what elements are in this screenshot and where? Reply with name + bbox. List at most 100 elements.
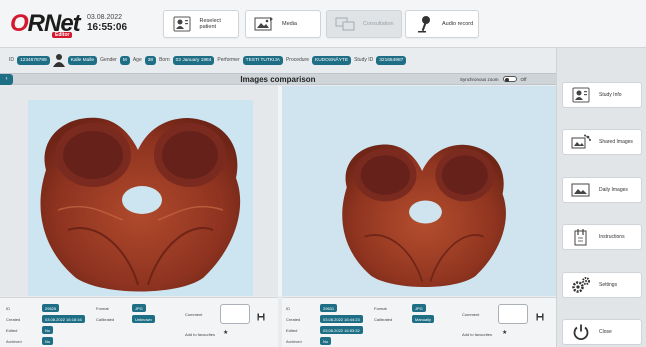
media-label: Media bbox=[282, 21, 297, 27]
study-info-label: Study Info bbox=[599, 92, 622, 98]
gender-value: M bbox=[119, 55, 130, 65]
header-date: 03.08.2022 bbox=[87, 14, 123, 21]
right-created-value: 03.08.2022 16:44:23 bbox=[320, 315, 363, 323]
procedure-label: Procedure bbox=[285, 57, 310, 63]
right-archived-value: No bbox=[320, 337, 332, 345]
audio-record-label: Audio record bbox=[442, 21, 474, 27]
media-button[interactable]: Media bbox=[245, 10, 321, 38]
gender-label: Gender bbox=[100, 57, 117, 63]
logo-editor-badge: Editor bbox=[52, 32, 73, 38]
right-format-label: Format bbox=[374, 306, 387, 311]
right-comment-label: Comment bbox=[462, 312, 480, 317]
left-created-label: Created bbox=[6, 317, 21, 322]
right-image-metadata: ID 29631 Created 03.08.2022 16:44:23 Edi… bbox=[282, 297, 556, 347]
left-save-comment-icon[interactable] bbox=[257, 308, 265, 321]
born-value: 02 January 1984 bbox=[172, 55, 215, 65]
sync-zoom-control: Synchronous zoom Off bbox=[460, 76, 526, 82]
right-favourites-label: Add to favourites bbox=[462, 332, 493, 337]
consultation-label: Consultation bbox=[363, 21, 394, 27]
left-calibrated-label: Calibrated bbox=[96, 317, 115, 322]
left-image-panel[interactable] bbox=[0, 86, 278, 296]
sync-zoom-label: Synchronous zoom bbox=[460, 76, 499, 82]
daily-images-button[interactable]: Daily Images bbox=[562, 177, 642, 203]
right-save-comment-icon[interactable] bbox=[536, 308, 544, 321]
patient-id-label: ID bbox=[9, 57, 14, 63]
left-edited-value: No bbox=[42, 326, 54, 334]
patient-info-bar: ID 1234678789 Kalle Malle Gender M Age 3… bbox=[0, 50, 556, 70]
procedure-value: KUDOSNÄYTE bbox=[312, 55, 352, 65]
header-datetime: 03.08.2022 16:55:06 bbox=[87, 14, 127, 33]
audio-record-button[interactable]: Audio record bbox=[405, 10, 479, 38]
right-favourite-star-icon[interactable]: ★ bbox=[502, 329, 507, 336]
study-info-icon bbox=[571, 86, 591, 104]
daily-images-label: Daily Images bbox=[599, 187, 628, 193]
sync-zoom-toggle[interactable] bbox=[502, 76, 517, 82]
reselect-patient-label: Reselect patient bbox=[199, 18, 221, 30]
study-id-label: Study ID bbox=[354, 57, 374, 63]
left-format-label: Format bbox=[96, 306, 109, 311]
power-icon bbox=[571, 323, 591, 341]
left-created-value: 03.08.2022 16:18:16 bbox=[42, 315, 85, 323]
left-id-value: 29625 bbox=[42, 304, 60, 312]
age-value: 38 bbox=[144, 55, 157, 65]
left-format-value: JPG bbox=[132, 304, 146, 312]
shared-images-button[interactable]: Shared Images bbox=[562, 129, 642, 155]
right-edited-label: Edited bbox=[286, 328, 298, 333]
right-calibrated-label: Calibrated bbox=[374, 317, 393, 322]
comparison-title-bar: ‹ Images comparison Synchronous zoom Off bbox=[0, 73, 556, 85]
study-id-value: 321654987 bbox=[376, 55, 407, 65]
performer-value: TESTI TUTKIJA bbox=[242, 55, 283, 65]
age-label: Age bbox=[132, 57, 142, 63]
consultation-icon bbox=[335, 15, 355, 33]
left-comment-label: Comment bbox=[185, 312, 203, 317]
media-icon bbox=[254, 15, 274, 33]
right-edited-value: 03.08.2022 16:53:32 bbox=[320, 326, 363, 334]
patient-name-value: Kalle Malle bbox=[67, 55, 98, 65]
right-format-value: JPG bbox=[412, 304, 426, 312]
right-calibrated-value: Manually bbox=[412, 315, 435, 323]
right-archived-label: Archived bbox=[286, 339, 302, 344]
left-comment-input[interactable] bbox=[220, 304, 250, 324]
settings-button[interactable]: Settings bbox=[562, 272, 642, 298]
header-time: 16:55:06 bbox=[87, 22, 128, 33]
right-comment-input[interactable] bbox=[498, 304, 528, 324]
left-favourite-star-icon[interactable]: ★ bbox=[223, 329, 228, 336]
logo-letter-o: O bbox=[10, 10, 29, 37]
left-specimen-image[interactable] bbox=[28, 100, 253, 296]
right-specimen-image[interactable] bbox=[282, 86, 556, 296]
reselect-patient-button[interactable]: Reselect patient bbox=[163, 10, 239, 38]
performer-label: Performer bbox=[217, 57, 240, 63]
born-label: Born bbox=[159, 57, 170, 63]
instructions-icon bbox=[571, 228, 591, 246]
left-id-label: ID bbox=[6, 306, 10, 311]
patient-card-icon bbox=[172, 15, 192, 33]
settings-icon bbox=[571, 276, 591, 294]
right-id-value: 29631 bbox=[320, 304, 338, 312]
sync-zoom-state: Off bbox=[520, 76, 527, 82]
left-favourites-label: Add to favourites bbox=[185, 332, 216, 337]
settings-label: Settings bbox=[599, 282, 618, 288]
microphone-icon bbox=[414, 15, 434, 33]
close-button[interactable]: Close bbox=[562, 319, 642, 345]
left-archived-label: Archived bbox=[6, 339, 22, 344]
right-sidebar: Study Info Shared Images Daily Images In… bbox=[556, 48, 646, 347]
left-calibrated-value: Unknown bbox=[132, 315, 155, 323]
study-info-button[interactable]: Study Info bbox=[562, 82, 642, 108]
patient-id-value: 1234678789 bbox=[17, 55, 50, 65]
consultation-button[interactable]: Consultation bbox=[326, 10, 402, 38]
instructions-label: Instructions bbox=[599, 234, 625, 240]
patient-avatar-icon bbox=[52, 53, 65, 67]
shared-images-label: Shared Images bbox=[599, 139, 633, 145]
app-header: ORNet Editor 03.08.2022 16:55:06 Reselec… bbox=[0, 0, 646, 48]
right-created-label: Created bbox=[286, 317, 301, 322]
left-edited-label: Edited bbox=[6, 328, 18, 333]
right-image-panel[interactable] bbox=[282, 86, 556, 296]
sync-zoom-toggle-knob bbox=[504, 77, 509, 82]
left-archived-value: No bbox=[42, 337, 54, 345]
close-label: Close bbox=[599, 329, 612, 335]
left-image-metadata: ID 29625 Created 03.08.2022 16:18:16 Edi… bbox=[0, 297, 278, 347]
shared-images-icon bbox=[571, 133, 591, 151]
instructions-button[interactable]: Instructions bbox=[562, 224, 642, 250]
right-id-label: ID bbox=[286, 306, 290, 311]
daily-images-icon bbox=[571, 181, 591, 199]
